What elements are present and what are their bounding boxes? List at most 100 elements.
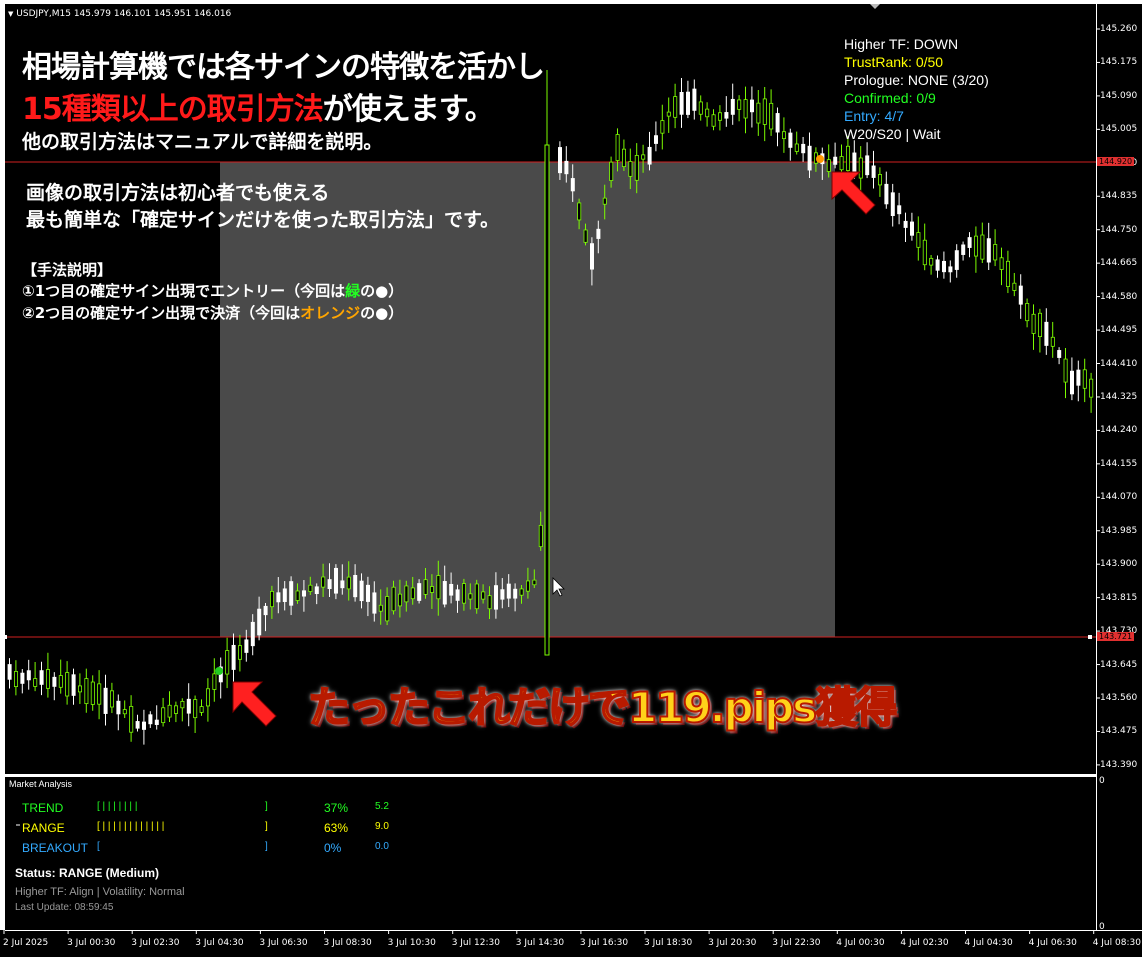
candle-body	[910, 221, 915, 236]
candle-body	[39, 670, 44, 685]
candle-body	[263, 605, 268, 616]
candle-body	[154, 719, 159, 725]
ma-trend-bar: [ | | | | | | |	[97, 801, 138, 812]
price-axis-label: 144.240	[1100, 425, 1138, 436]
candle-body	[500, 589, 505, 600]
time-axis-label: 4 Jul 06:30	[1028, 938, 1077, 948]
ma-breakout-close: ]	[265, 841, 268, 852]
time-axis-label: 4 Jul 08:30	[1092, 938, 1141, 948]
candle-body	[468, 593, 473, 600]
higher-tf-label: Higher TF: DOWN	[844, 36, 959, 52]
candle-body	[385, 596, 390, 622]
candle-body	[641, 154, 646, 160]
candle-body	[301, 590, 306, 597]
candle-body	[436, 575, 441, 600]
candle-body	[193, 699, 198, 719]
candle-body	[737, 99, 742, 110]
candle-body	[237, 645, 242, 660]
price-axis-label: 143.815	[1100, 592, 1138, 603]
symbol-header[interactable]: ▼ USDJPY,M15 145.979 146.101 145.951 146…	[8, 9, 231, 19]
candle-body	[858, 157, 863, 179]
candle-body	[826, 159, 831, 172]
candle-body	[538, 524, 543, 548]
candle-body	[628, 161, 633, 177]
candle-body	[743, 99, 748, 119]
candle-body	[7, 664, 12, 680]
candle-body	[526, 580, 531, 592]
candle-body	[1044, 321, 1049, 346]
candle-body	[1012, 282, 1017, 291]
candle-body	[961, 244, 966, 255]
trustrank-label: TrustRank: 0/50	[844, 54, 944, 70]
promo-line4: 画像の取引方法は初心者でも使える	[26, 182, 330, 204]
candle-body	[167, 704, 172, 718]
symbol-line: USDJPY,M15 145.979 146.101 145.951 146.0…	[16, 9, 232, 19]
candle-body	[173, 705, 178, 714]
candle-body	[724, 112, 729, 119]
price-axis-label: 144.580	[1100, 291, 1138, 302]
candle-body	[33, 678, 38, 687]
candle-body	[884, 183, 889, 205]
market-analysis-title: Market Analysis	[9, 779, 73, 789]
candle-body	[954, 250, 959, 270]
ma-status: Status: RANGE (Medium)	[15, 866, 159, 880]
time-axis-label: 3 Jul 10:30	[387, 938, 436, 948]
ma-trend-val: 5.2	[375, 801, 389, 812]
price-axis-label: 145.005	[1100, 124, 1138, 135]
promo-line5: 最も簡単な「確定サインだけを使った取引方法」です。	[26, 209, 500, 231]
method-step1: ①1つ目の確定サイン出現でエントリー（今回は緑の●）	[22, 280, 403, 301]
candle-body	[449, 583, 454, 596]
candle-body	[474, 583, 479, 610]
candle-body	[513, 588, 518, 599]
ma-breakout-pct: 0%	[324, 841, 342, 855]
price-axis-label: 145.090	[1100, 90, 1138, 101]
candle-body	[276, 592, 281, 603]
candle-body	[730, 98, 735, 115]
price-axis-label: 143.475	[1100, 726, 1138, 737]
time-axis-label: 4 Jul 04:30	[964, 938, 1013, 948]
step2-text: ②2つ目の確定サイン出現で決済（今回は	[22, 304, 301, 322]
candle-body	[967, 237, 972, 248]
price-tag-lower: 143.721	[1097, 632, 1135, 641]
candle-body	[212, 673, 217, 690]
candle-body	[679, 91, 684, 115]
candle-body	[916, 232, 921, 248]
candle-body	[654, 135, 659, 144]
candle-body	[622, 148, 627, 168]
step2-tail: の●）	[360, 304, 404, 322]
candle-body	[110, 690, 115, 708]
candle-body	[692, 88, 697, 111]
candle-body	[199, 706, 204, 713]
candle-body	[506, 583, 511, 599]
candle-body	[26, 670, 31, 681]
candle-body	[417, 583, 422, 601]
candle-body	[321, 576, 326, 588]
candle-body	[404, 585, 409, 603]
candle-body	[410, 587, 415, 600]
candle-body	[865, 155, 870, 176]
candle-body	[660, 120, 665, 134]
candle-body	[90, 681, 95, 705]
step2-color-word: オレンジ	[300, 304, 361, 322]
candle-body	[948, 266, 953, 273]
ma-last-update: Last Update: 08:59:45	[15, 902, 114, 913]
candle-body	[250, 621, 255, 647]
candle-body	[340, 580, 345, 589]
candle-body	[295, 590, 300, 601]
step1-text: ①1つ目の確定サイン出現でエントリー（今回は	[22, 282, 346, 300]
ma-range-pct: 63%	[324, 821, 349, 835]
indicator-subwindow	[5, 776, 1096, 930]
ma-range-name: RANGE	[22, 821, 65, 835]
candle-body	[103, 687, 108, 714]
candle-body	[999, 257, 1004, 270]
step1-tail: の●）	[360, 282, 404, 300]
candle-body	[993, 244, 998, 261]
time-axis-label: 4 Jul 00:30	[836, 938, 885, 948]
candle-body	[942, 260, 947, 273]
candle-body	[135, 721, 140, 729]
candle-body	[986, 238, 991, 263]
candle-body	[878, 174, 883, 186]
candle-body	[397, 593, 402, 607]
time-axis-label: 3 Jul 20:30	[708, 938, 757, 948]
candle-body	[1038, 312, 1043, 338]
